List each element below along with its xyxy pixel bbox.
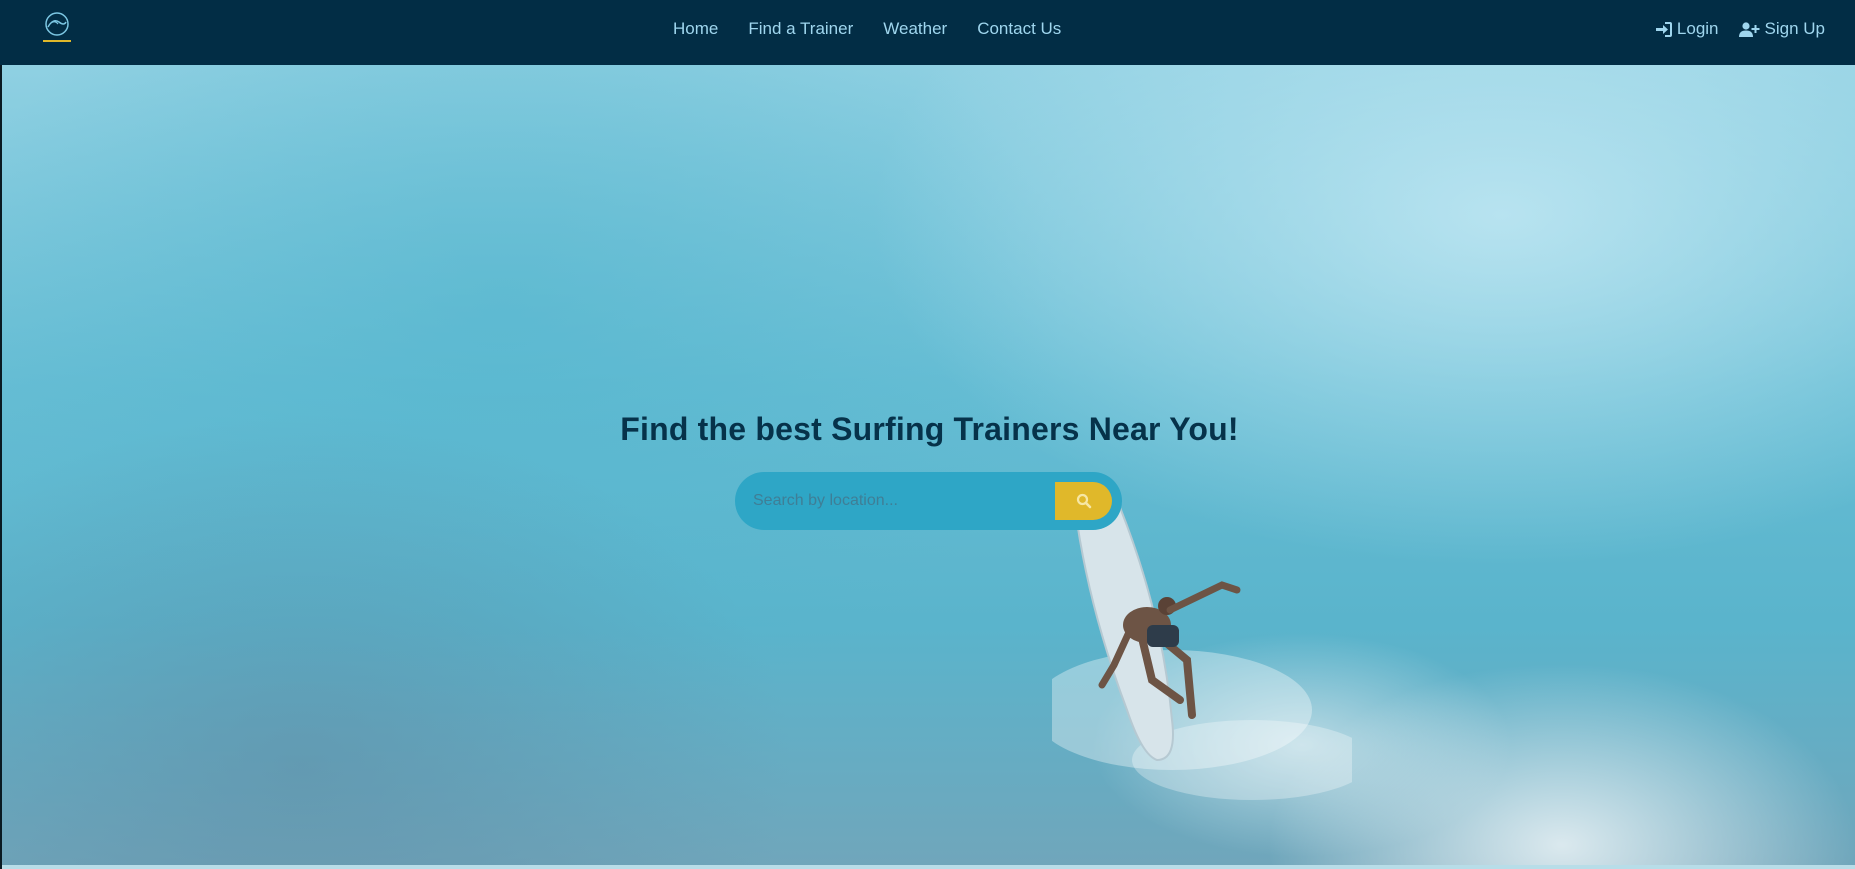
- brand-logo[interactable]: [38, 10, 76, 46]
- search-icon: [1076, 493, 1091, 509]
- nav-link-weather[interactable]: Weather: [883, 19, 947, 39]
- login-label: Login: [1676, 19, 1719, 38]
- hero-bottom-border: [0, 865, 1855, 869]
- nav-link-contact-us[interactable]: Contact Us: [977, 19, 1061, 39]
- navbar: Home Find a Trainer Weather Contact Us L…: [0, 0, 1855, 65]
- nav-link-home[interactable]: Home: [673, 19, 718, 39]
- user-plus-icon: [1738, 21, 1760, 37]
- main-nav: Home Find a Trainer Weather Contact Us: [673, 19, 1091, 39]
- search-bar: [735, 472, 1122, 530]
- auth-actions: Login Sign Up: [1635, 19, 1825, 39]
- signup-link[interactable]: Sign Up: [1738, 19, 1825, 39]
- hero-section: Find the best Surfing Trainers Near You!: [2, 65, 1855, 865]
- window-edge: [0, 0, 2, 869]
- sign-in-icon: [1655, 21, 1672, 37]
- signup-label: Sign Up: [1764, 19, 1825, 38]
- search-input[interactable]: [753, 488, 1053, 514]
- login-link[interactable]: Login: [1655, 19, 1719, 39]
- hero-title: Find the best Surfing Trainers Near You!: [620, 411, 1239, 447]
- nav-link-find-a-trainer[interactable]: Find a Trainer: [748, 19, 853, 39]
- search-button[interactable]: [1055, 482, 1112, 520]
